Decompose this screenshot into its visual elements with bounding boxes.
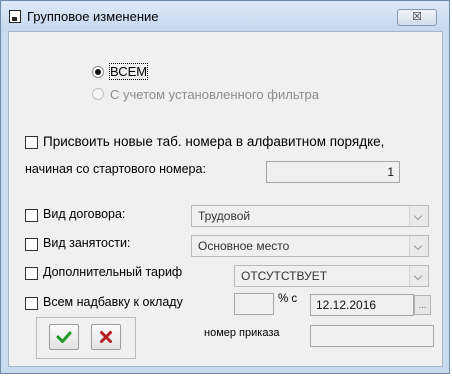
date-picker-button[interactable]: ... bbox=[414, 295, 431, 315]
chevron-down-icon[interactable] bbox=[409, 206, 428, 226]
renumber-checkbox[interactable] bbox=[25, 136, 38, 149]
radio-all[interactable] bbox=[92, 66, 104, 78]
contract-select[interactable]: Трудовой bbox=[191, 205, 429, 227]
contract-checkbox[interactable] bbox=[25, 209, 38, 222]
cancel-button[interactable] bbox=[91, 324, 121, 350]
chevron-down-icon[interactable] bbox=[409, 266, 428, 286]
start-number-field[interactable]: 1 bbox=[266, 161, 400, 183]
cross-icon bbox=[100, 331, 112, 343]
tariff-checkbox[interactable] bbox=[25, 267, 38, 280]
employment-checkbox[interactable] bbox=[25, 238, 38, 251]
contract-label: Вид договора: bbox=[43, 207, 126, 221]
employment-label: Вид занятости: bbox=[43, 236, 131, 250]
title-bar[interactable]: Групповое изменение ☒ bbox=[1, 1, 449, 31]
check-icon bbox=[56, 331, 72, 343]
radio-filter bbox=[92, 88, 104, 100]
close-icon: ☒ bbox=[412, 11, 422, 23]
order-number-field[interactable] bbox=[310, 325, 434, 347]
renumber-label: Присвоить новые таб. номера в алфавитном… bbox=[43, 134, 385, 149]
bonus-date-field[interactable]: 12.12.2016 bbox=[310, 294, 414, 316]
contract-select-value: Трудовой bbox=[198, 209, 251, 223]
dialog-body: ВСЕМ С учетом установленного фильтра При… bbox=[8, 31, 443, 367]
window-title: Групповое изменение bbox=[27, 9, 159, 24]
employment-select-value: Основное место bbox=[198, 239, 290, 253]
tariff-label: Дополнительный тариф bbox=[43, 265, 183, 279]
order-number-label: номер приказа bbox=[204, 327, 280, 339]
employment-select[interactable]: Основное место bbox=[191, 235, 429, 257]
radio-filter-label: С учетом установленного фильтра bbox=[110, 87, 319, 102]
bonus-label: Всем надбавку к окладу bbox=[43, 295, 183, 309]
percent-from-label: % с bbox=[278, 293, 298, 305]
start-number-label: начиная со стартового номера: bbox=[25, 162, 206, 176]
radio-all-label[interactable]: ВСЕМ bbox=[108, 63, 149, 80]
close-button[interactable]: ☒ bbox=[397, 9, 437, 26]
ok-button[interactable] bbox=[49, 324, 79, 350]
chevron-down-icon[interactable] bbox=[409, 236, 428, 256]
dialog-window: Групповое изменение ☒ ВСЕМ С учетом уста… bbox=[0, 0, 450, 374]
bonus-checkbox[interactable] bbox=[25, 297, 38, 310]
window-icon bbox=[9, 10, 21, 23]
tariff-select[interactable]: ОТСУТСТВУЕТ bbox=[234, 265, 429, 287]
bonus-percent-field[interactable] bbox=[234, 293, 274, 315]
tariff-select-value: ОТСУТСТВУЕТ bbox=[241, 269, 328, 283]
